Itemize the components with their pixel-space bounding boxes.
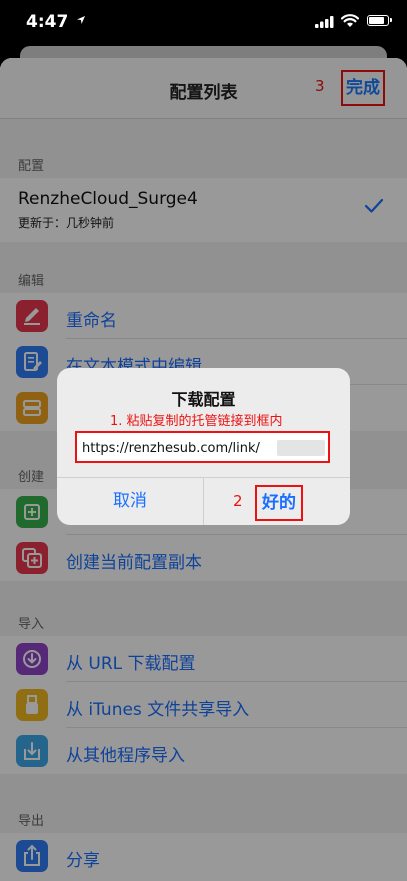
cellular-signal-icon: [315, 16, 334, 28]
url-input[interactable]: https://renzhesub.com/link/: [75, 431, 330, 463]
dialog-button-divider: [203, 478, 204, 525]
download-config-dialog: 下载配置 1. 粘贴复制的托管链接到框内 https://renzhesub.c…: [57, 368, 350, 525]
battery-icon: [367, 15, 392, 26]
wifi-icon: [341, 14, 359, 27]
status-time: 4:47: [26, 12, 69, 32]
ok-button[interactable]: 好的: [255, 485, 303, 521]
step-1-annotation: 1. 粘贴复制的托管链接到框内: [110, 414, 283, 429]
cancel-button[interactable]: 取消: [57, 478, 203, 525]
step-2-annotation: 2: [233, 492, 243, 510]
dialog-title: 下载配置: [171, 390, 236, 409]
status-bar: 4:47: [0, 0, 407, 46]
location-arrow-icon: [77, 16, 85, 24]
url-input-value: https://renzhesub.com/link/: [82, 441, 260, 456]
redacted-token: [277, 440, 325, 456]
